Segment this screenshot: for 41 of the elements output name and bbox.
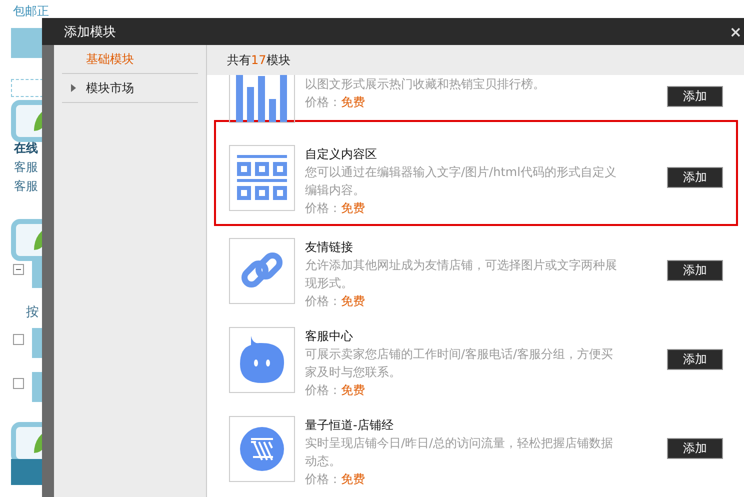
caret-icon	[71, 84, 76, 92]
sidebar-text: 客服	[14, 178, 38, 195]
sidebar-item[interactable]: 模块市场	[62, 74, 198, 103]
price-label: 价格：	[305, 293, 341, 310]
bar-chart-icon	[236, 75, 288, 122]
add-button[interactable]: 添加	[667, 260, 723, 281]
collapse-icon[interactable]	[13, 264, 24, 275]
module-description: 您可以通过在编辑器输入文字/图片/html代码的形式自定义编辑内容。	[305, 164, 618, 199]
module-count: 共有17模块	[227, 52, 290, 68]
price-label: 价格：	[305, 200, 341, 217]
sidebar-text: 客服	[14, 159, 38, 176]
module-title: 自定义内容区	[305, 146, 378, 163]
add-button[interactable]: 添加	[667, 438, 723, 459]
price-value: 免费	[341, 200, 365, 217]
module-title: 量子恒道-店铺经	[305, 417, 394, 434]
close-button[interactable]: ×	[729, 22, 742, 40]
price-label: 价格：	[305, 471, 341, 488]
dialog-title: 添加模块	[64, 24, 116, 40]
top-link[interactable]: 包邮正	[13, 3, 49, 20]
chat-bubble-icon	[239, 336, 285, 384]
price-value: 免费	[341, 293, 365, 310]
module-description: 实时呈现店铺今日/昨日/总的访问流量，轻松把握店铺数据动态。	[305, 435, 614, 470]
module-title: 客服中心	[305, 328, 354, 345]
price-value: 免费	[341, 471, 365, 488]
price-value: 免费	[341, 382, 365, 399]
module-title: 友情链接	[305, 239, 354, 256]
price-label: 价格：	[305, 382, 341, 399]
sidebar-text: 在线	[14, 140, 38, 157]
module-description: 可展示卖家您店铺的工作时间/客服电话/客服分组，方便买家及时与您联系。	[305, 346, 614, 381]
grid-layout-icon	[237, 155, 287, 201]
module-description: 允许添加其他网址成为友情店铺，可选择图片或文字两种展现形式。	[305, 257, 618, 292]
add-button[interactable]: 添加	[667, 86, 723, 107]
add-button[interactable]: 添加	[667, 167, 723, 188]
striped-circle-icon	[240, 427, 284, 471]
add-button[interactable]: 添加	[667, 349, 723, 370]
checkbox[interactable]	[13, 378, 24, 389]
module-description: 以图文形式展示热门收藏和热销宝贝排行榜。	[305, 76, 546, 93]
checkbox[interactable]	[13, 334, 24, 345]
sidebar-label: 按	[26, 304, 39, 321]
price-value: 免费	[341, 94, 365, 111]
price-label: 价格：	[305, 94, 341, 111]
